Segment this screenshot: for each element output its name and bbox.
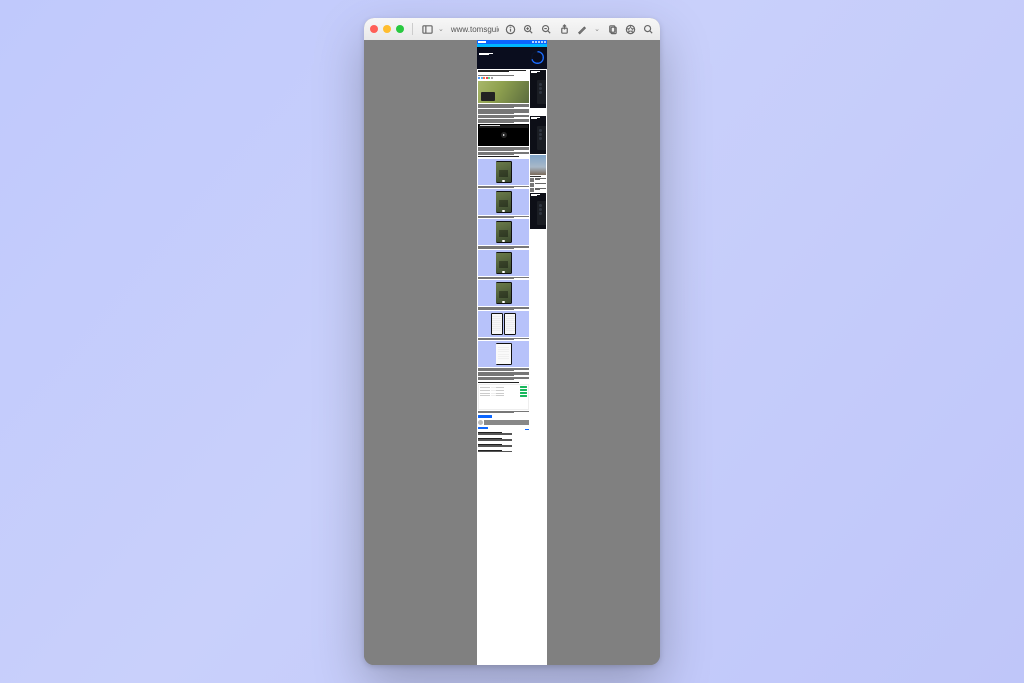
view-deal-button[interactable] [520, 395, 527, 397]
deals-heading [478, 382, 519, 383]
paragraph [478, 109, 529, 114]
step-screenshot-pair [478, 311, 529, 337]
see-comments-button[interactable] [478, 427, 488, 429]
deals-table [478, 384, 529, 410]
paragraph [478, 147, 529, 151]
author-bio [484, 420, 529, 425]
minimize-window-button[interactable] [383, 25, 391, 33]
step-screenshot [478, 250, 529, 276]
deal-row [480, 389, 527, 391]
article-title [478, 70, 529, 74]
section-heading [478, 156, 519, 157]
author-box [478, 420, 529, 425]
webpage-content[interactable] [477, 40, 547, 665]
most-popular [530, 176, 546, 192]
sidebar-ad[interactable] [530, 116, 546, 154]
info-icon[interactable] [504, 23, 516, 35]
newsletter-signup-button[interactable] [478, 415, 492, 417]
highlight-icon[interactable] [624, 23, 636, 35]
hero-text [479, 53, 497, 57]
more-article-item[interactable] [478, 438, 512, 441]
step-screenshot [478, 341, 529, 367]
article-meta [478, 75, 529, 76]
view-deal-button[interactable] [520, 392, 527, 394]
step-caption [478, 307, 529, 310]
safari-window: ⌄ www.tomsguide.co… ⌄ [364, 18, 660, 665]
nav-item[interactable] [532, 41, 534, 43]
article-sidebar [530, 70, 546, 452]
author-avatar [478, 420, 483, 425]
play-icon[interactable] [501, 132, 507, 138]
step-caption [478, 277, 529, 279]
step-screenshot [478, 280, 529, 306]
traffic-lights [370, 25, 404, 33]
fullscreen-window-button[interactable] [396, 25, 404, 33]
share-email-icon[interactable] [491, 77, 493, 79]
site-logo[interactable] [478, 41, 486, 43]
sidebar-toggle-icon[interactable] [421, 23, 433, 35]
hero-ad-banner[interactable] [477, 47, 547, 69]
step-screenshot [478, 189, 529, 215]
deal-row [480, 386, 527, 388]
sidebar-ad[interactable] [530, 70, 546, 108]
more-articles [478, 432, 512, 452]
popular-item[interactable] [530, 183, 546, 187]
nav-item[interactable] [538, 41, 540, 43]
search-icon[interactable] [642, 23, 654, 35]
view-deal-button[interactable] [520, 386, 527, 388]
share-facebook-icon[interactable] [478, 77, 480, 79]
window-titlebar: ⌄ www.tomsguide.co… ⌄ [364, 18, 660, 40]
toolbar-separator [412, 23, 413, 35]
step-screenshot [478, 219, 529, 245]
sidebar-menu-chevron-icon[interactable]: ⌄ [438, 25, 444, 33]
deal-row [480, 395, 527, 397]
more-article-item[interactable] [478, 444, 512, 447]
step-caption [478, 338, 529, 340]
close-window-button[interactable] [370, 25, 378, 33]
step-caption [478, 216, 529, 218]
copy-icon[interactable] [606, 23, 618, 35]
paragraph [478, 372, 529, 376]
step-caption [478, 246, 529, 249]
step-screenshot [478, 159, 529, 185]
paragraph [478, 119, 529, 123]
browser-viewport [364, 40, 660, 665]
share-reddit-icon[interactable] [483, 77, 485, 79]
sidebar-ad[interactable] [530, 193, 546, 229]
step-caption [478, 186, 529, 188]
zoom-in-icon[interactable] [522, 23, 534, 35]
address-bar[interactable]: www.tomsguide.co… [449, 25, 499, 34]
lower-sidebar [513, 429, 529, 452]
article-hero-image [478, 81, 529, 103]
embedded-video[interactable] [478, 124, 529, 146]
nav-item[interactable] [541, 41, 543, 43]
paragraph [478, 115, 529, 118]
sidebar-ad-image[interactable] [530, 155, 546, 175]
deal-row [480, 392, 527, 394]
hero-dial-graphic [531, 51, 544, 64]
view-deal-button[interactable] [520, 389, 527, 391]
zoom-out-icon[interactable] [540, 23, 552, 35]
popular-item[interactable] [530, 178, 546, 182]
popular-item[interactable] [530, 188, 546, 192]
step-caption [478, 368, 529, 371]
markup-icon[interactable] [576, 23, 588, 35]
back-to-top-button[interactable] [525, 429, 529, 430]
markup-menu-chevron-icon[interactable]: ⌄ [594, 25, 600, 33]
paragraph [478, 152, 529, 155]
article-main [478, 70, 529, 452]
nav-item[interactable] [535, 41, 537, 43]
newsletter-blurb [478, 411, 529, 413]
share-buttons [478, 77, 529, 79]
toolbar-right: ⌄ [504, 23, 654, 35]
paragraph [478, 104, 529, 108]
nav-item[interactable] [544, 41, 546, 43]
share-icon[interactable] [558, 23, 570, 35]
more-article-item[interactable] [478, 450, 512, 452]
more-article-item[interactable] [478, 432, 512, 435]
site-nav [486, 41, 547, 43]
paragraph [478, 377, 529, 380]
